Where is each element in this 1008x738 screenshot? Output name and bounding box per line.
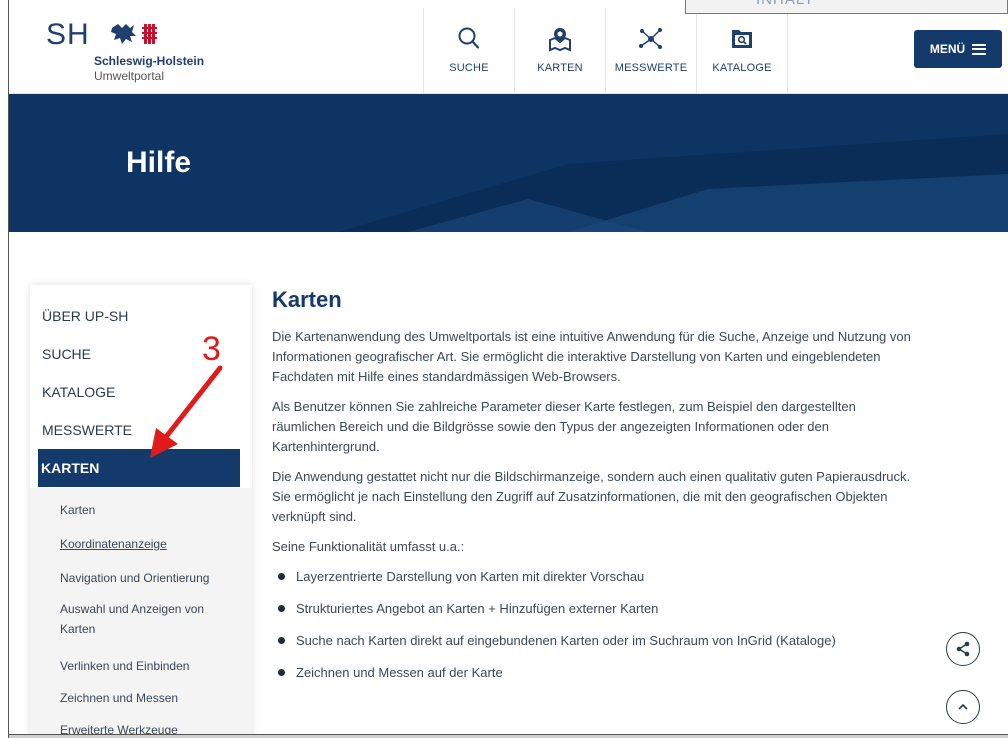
list-item: Zeichnen und Messen auf der Karte [272, 663, 922, 695]
section-title: Karten [272, 287, 342, 312]
list-item: Suche nach Karten direkt auf eingebunden… [272, 631, 922, 663]
subnav-karten[interactable]: Karten [30, 503, 95, 517]
annotation-arrow-icon [150, 365, 223, 458]
main-content: Karten Die Kartenanwendung des Umweltpor… [272, 287, 922, 695]
paragraph-functionality: Seine Funktionalität umfasst u.a.: [272, 539, 465, 554]
subnav-auswahl[interactable]: Auswahl und Anzeigen von Karten [30, 599, 220, 639]
paragraph-parameters: Als Benutzer können Sie zahlreiche Param… [272, 399, 856, 454]
nav-kataloge[interactable]: KATALOGE [697, 8, 788, 94]
nav-suche-label: SUCHE [449, 62, 489, 74]
hamburger-icon [972, 43, 987, 55]
network-icon [639, 28, 662, 49]
logo-mark: SH [46, 18, 90, 51]
inhalt-tab[interactable]: INHALT [685, 0, 1008, 14]
subnav-koordinatenanzeige[interactable]: Koordinatenanzeige [30, 537, 167, 551]
frame-border [8, 0, 9, 738]
menu-button[interactable]: MENÜ [914, 30, 1002, 68]
list-item: Layerzentrierte Darstellung von Karten m… [272, 567, 922, 599]
nav-messwerte[interactable]: MESSWERTE [606, 8, 697, 94]
nav-suche[interactable]: SUCHE [424, 8, 515, 94]
share-icon [956, 641, 970, 657]
hero-banner: Hilfe [8, 94, 1008, 232]
nav-kataloge-label: KATALOGE [712, 62, 772, 74]
map-pin-icon [549, 28, 571, 52]
chevron-up-icon [958, 703, 968, 710]
subnav-zeichnen[interactable]: Zeichnen und Messen [30, 691, 178, 705]
catalog-icon [732, 30, 752, 48]
subnav-verlinken[interactable]: Verlinken und Einbinden [30, 659, 189, 673]
paragraph-intro: Die Kartenanwendung des Umweltportals is… [272, 329, 911, 384]
top-navigation: SUCHE KARTEN MESSWERTE KATALOGE [423, 8, 788, 94]
site-logo[interactable]: SH Schleswig-Holstein Umweltportal [46, 18, 204, 83]
crest-icon [111, 24, 157, 44]
paragraph-printout: Die Anwendung gestattet nicht nur die Bi… [272, 469, 911, 524]
scroll-top-button[interactable] [946, 690, 980, 724]
logo-name: Schleswig-Holstein [94, 54, 205, 68]
share-button[interactable] [946, 632, 980, 666]
feature-list: Layerzentrierte Darstellung von Karten m… [272, 567, 922, 695]
nav-messwerte-label: MESSWERTE [614, 62, 688, 74]
logo-subtitle: Umweltportal [94, 69, 165, 83]
menu-button-label: MENÜ [929, 42, 966, 56]
nav-karten-label: KARTEN [537, 62, 583, 74]
sidebar-subnav: Karten Koordinatenanzeige Navigation und… [30, 488, 252, 736]
subnav-navigation[interactable]: Navigation und Orientierung [30, 571, 209, 585]
nav-karten[interactable]: KARTEN [515, 8, 606, 94]
site-header: SH Schleswig-Holstein Umweltportal SUCHE… [8, 8, 1008, 94]
page-title: Hilfe [126, 146, 192, 179]
list-item: Strukturiertes Angebot an Karten + Hinzu… [272, 599, 922, 631]
frame-border [8, 734, 1008, 735]
search-icon [458, 27, 480, 49]
inhalt-tab-label: INHALT [756, 0, 814, 8]
